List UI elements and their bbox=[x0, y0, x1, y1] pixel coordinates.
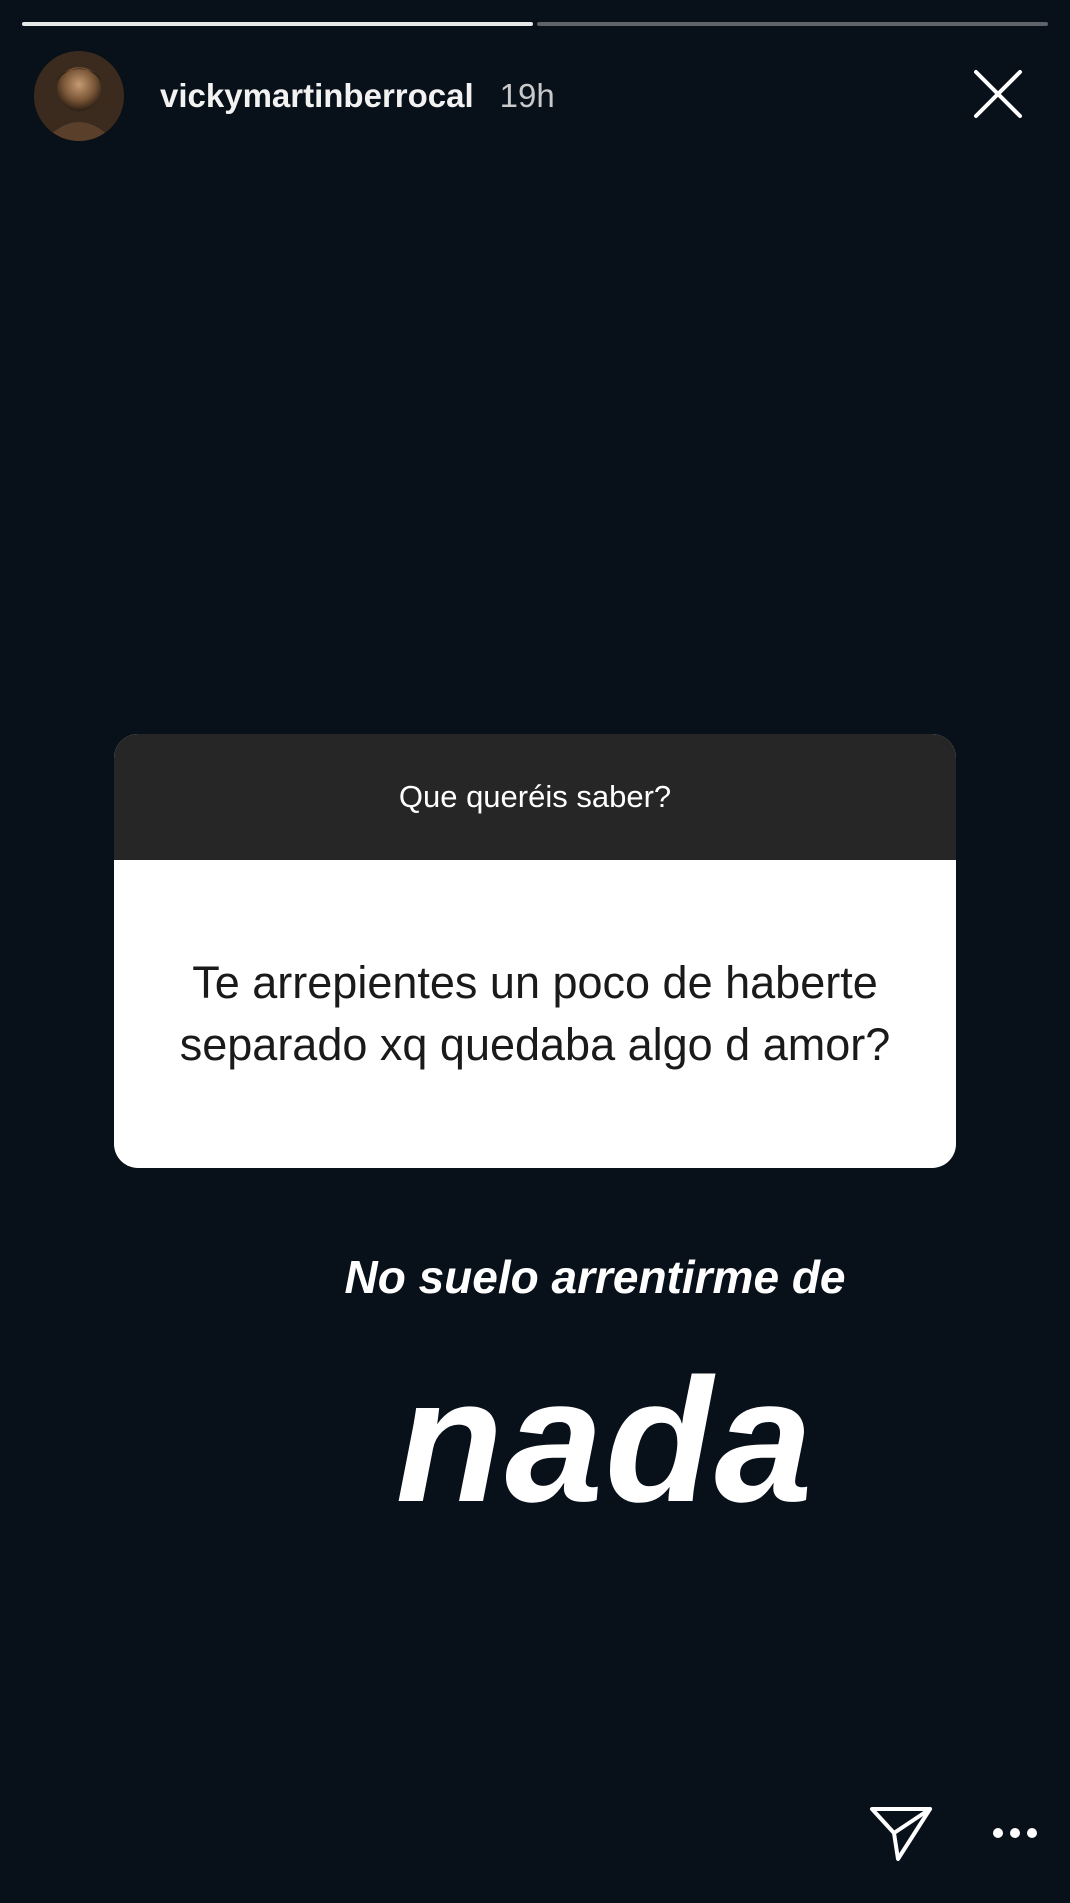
more-options-button[interactable] bbox=[990, 1823, 1040, 1843]
paper-plane-icon bbox=[870, 1807, 932, 1861]
question-sticker: Que queréis saber? Te arrepientes un poc… bbox=[114, 734, 956, 1168]
question-prompt: Que queréis saber? bbox=[114, 734, 956, 860]
close-icon bbox=[974, 70, 1022, 118]
share-button[interactable] bbox=[868, 1803, 934, 1863]
username[interactable]: vickymartinberrocal bbox=[160, 77, 474, 115]
progress-segment bbox=[537, 22, 1048, 26]
avatar-image bbox=[34, 51, 124, 141]
close-button[interactable] bbox=[968, 64, 1028, 124]
answer-emphasis-text: nada bbox=[395, 1343, 815, 1539]
story-header: vickymartinberrocal 19h bbox=[34, 50, 1048, 142]
avatar[interactable] bbox=[34, 51, 124, 141]
answer-text: No suelo arrentirme de bbox=[344, 1251, 846, 1303]
story-footer-actions bbox=[868, 1803, 1040, 1863]
question-text: Te arrepientes un poco de haberte separa… bbox=[179, 957, 891, 1070]
progress-segment bbox=[22, 22, 533, 26]
more-dots-icon bbox=[993, 1828, 1037, 1838]
story-progress-bar bbox=[22, 22, 1048, 28]
timestamp: 19h bbox=[499, 77, 555, 114]
